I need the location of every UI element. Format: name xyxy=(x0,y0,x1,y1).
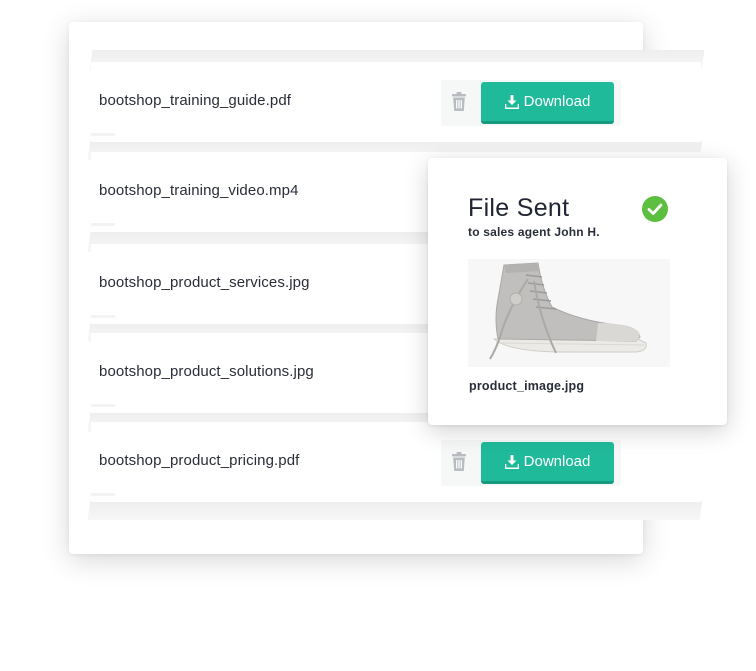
check-circle-icon xyxy=(642,196,668,222)
product-image xyxy=(468,259,670,367)
file-sent-card: File Sent to sales agent John H. product… xyxy=(428,158,727,425)
file-name: bootshop_product_services.jpg xyxy=(99,274,310,291)
file-name: bootshop_product_solutions.jpg xyxy=(99,363,314,380)
file-name: bootshop_training_video.mp4 xyxy=(99,182,299,199)
file-name: bootshop_product_pricing.pdf xyxy=(99,452,300,469)
trash-icon[interactable] xyxy=(450,92,470,114)
row-marker xyxy=(91,404,115,407)
sent-title: File Sent xyxy=(468,194,570,222)
row-marker xyxy=(91,133,115,136)
product-filename: product_image.jpg xyxy=(469,379,585,393)
row-marker xyxy=(91,493,115,496)
download-label: Download xyxy=(523,453,591,470)
download-label: Download xyxy=(523,93,591,110)
file-row: bootshop_training_guide.pdf Download xyxy=(91,62,701,142)
file-actions: Download xyxy=(441,440,621,486)
row-divider xyxy=(87,500,703,520)
page: bootshop_training_guide.pdf Download boo… xyxy=(0,0,756,671)
sent-subtitle: to sales agent John H. xyxy=(468,225,600,239)
file-actions: Download xyxy=(441,80,621,126)
download-button[interactable]: Download xyxy=(481,82,614,124)
file-name: bootshop_training_guide.pdf xyxy=(99,92,292,109)
download-button[interactable]: Download xyxy=(481,442,614,484)
trash-icon[interactable] xyxy=(450,452,470,474)
row-marker xyxy=(91,223,115,226)
file-row: bootshop_product_pricing.pdf Download xyxy=(91,422,701,502)
download-icon xyxy=(504,454,519,469)
download-icon xyxy=(504,94,519,109)
row-marker xyxy=(91,315,115,318)
